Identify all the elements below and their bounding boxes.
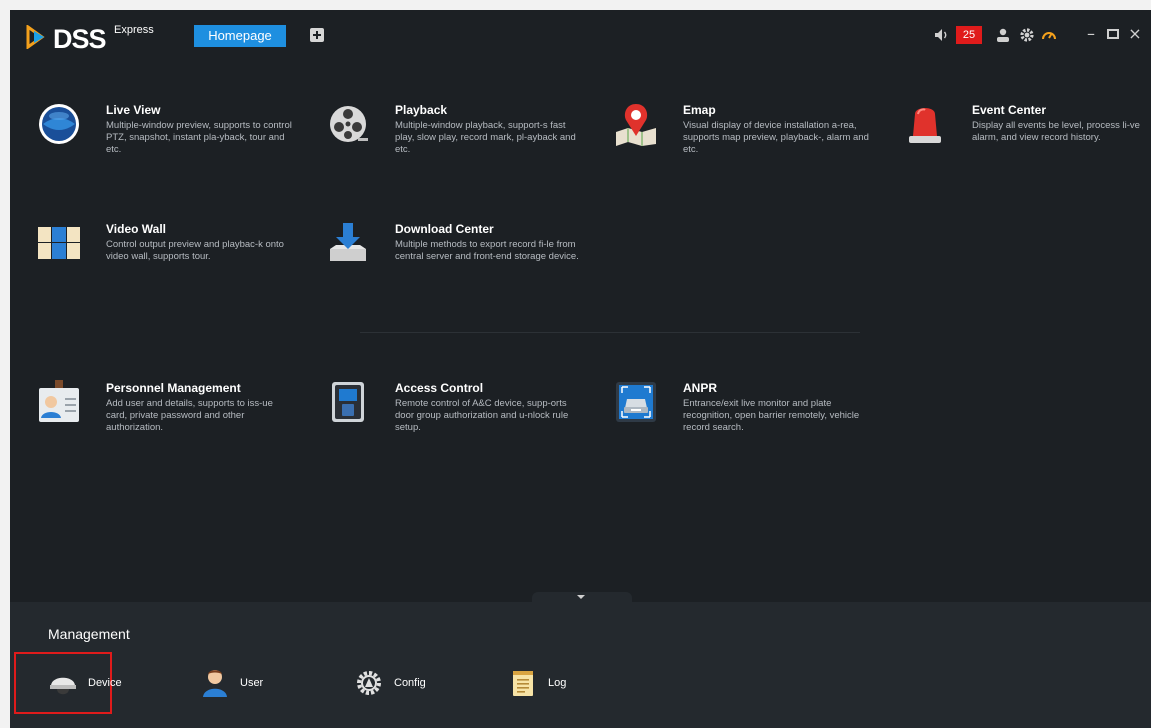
module-event-center[interactable]: Event Center Display all events be level…	[903, 102, 1151, 182]
module-title: Emap	[683, 103, 716, 117]
app-logo: DSS Express	[24, 22, 154, 54]
video-wall-icon	[38, 227, 80, 259]
logo-mark-icon	[26, 25, 45, 49]
management-item-label: Log	[548, 677, 567, 689]
module-anpr[interactable]: ANPR Entrance/exit live monitor and plat…	[614, 380, 904, 460]
module-title: ANPR	[683, 381, 718, 395]
id-card-icon	[39, 380, 79, 422]
module-title: Personnel Management	[106, 381, 241, 395]
chevron-down-icon	[577, 595, 585, 599]
module-personnel-management[interactable]: Personnel Management Add user and detail…	[37, 380, 327, 460]
module-title: Download Center	[395, 222, 494, 236]
management-item-label: Device	[88, 677, 122, 689]
download-icon	[330, 223, 366, 261]
module-playback[interactable]: Playback Multiple-window playback, suppo…	[326, 102, 616, 182]
module-description: Multiple methods to export record fi-le …	[395, 239, 579, 262]
gear-icon	[357, 671, 381, 695]
module-download-center[interactable]: Download Center Multiple methods to expo…	[326, 221, 616, 301]
keypad-icon	[332, 382, 364, 422]
logo-text: DSS	[53, 24, 107, 54]
app-window: DSS Express Homepage 25 – × Live View Mu…	[10, 10, 1151, 728]
module-live-view[interactable]: Live View Multiple-window preview, suppo…	[37, 102, 327, 182]
module-description: Visual display of device installation a-…	[683, 120, 869, 155]
module-description: Multiple-window preview, supports to con…	[106, 120, 292, 155]
speaker-icon[interactable]	[934, 28, 950, 42]
module-description: Remote control of A&C device, supp-orts …	[395, 398, 569, 433]
module-video-wall[interactable]: Video Wall Control output preview and pl…	[37, 221, 327, 301]
add-tab-icon[interactable]	[310, 28, 324, 42]
dome-camera-icon	[50, 677, 76, 695]
management-item-label: User	[240, 677, 264, 689]
close-icon[interactable]: ×	[1126, 24, 1144, 44]
module-title: Event Center	[972, 103, 1047, 117]
module-description: Add user and details, supports to iss-ue…	[106, 398, 273, 433]
module-emap[interactable]: Emap Visual display of device installati…	[614, 102, 904, 182]
performance-gauge-icon[interactable]	[1040, 26, 1058, 44]
module-title: Video Wall	[106, 222, 167, 236]
collapse-toggle[interactable]	[532, 592, 632, 604]
management-item-label: Config	[394, 677, 426, 689]
module-access-control[interactable]: Access Control Remote control of A&C dev…	[326, 380, 616, 460]
module-title: Live View	[106, 103, 161, 117]
title-bar: DSS Express Homepage 25 – ×	[10, 10, 1151, 60]
module-description: Display all events be level, process li-…	[972, 120, 1140, 143]
user-icon[interactable]	[994, 26, 1012, 44]
map-pin-icon	[616, 104, 656, 146]
minimize-icon[interactable]: –	[1082, 24, 1100, 44]
management-panel: Management Device User Config Log	[10, 592, 1151, 728]
notepad-icon	[513, 671, 533, 696]
module-title: Access Control	[395, 381, 484, 395]
module-description: Control output preview and playbac-k ont…	[106, 239, 284, 262]
film-reel-icon	[330, 106, 368, 142]
user-icon	[203, 670, 227, 697]
alarm-count-badge[interactable]: 25	[956, 26, 982, 44]
car-camera-icon	[616, 382, 656, 422]
module-description: Entrance/exit live monitor and plate rec…	[683, 398, 860, 433]
settings-gear-icon[interactable]	[1018, 26, 1036, 44]
tab-homepage[interactable]: Homepage	[194, 25, 286, 47]
module-title: Playback	[395, 103, 448, 117]
alarm-light-icon	[909, 108, 941, 143]
module-description: Multiple-window playback, support-s fast…	[395, 120, 576, 155]
logo-edition: Express	[114, 24, 154, 36]
live-view-icon	[39, 104, 79, 144]
management-title: Management	[48, 626, 130, 642]
section-divider	[360, 332, 860, 333]
maximize-icon[interactable]	[1104, 24, 1122, 44]
